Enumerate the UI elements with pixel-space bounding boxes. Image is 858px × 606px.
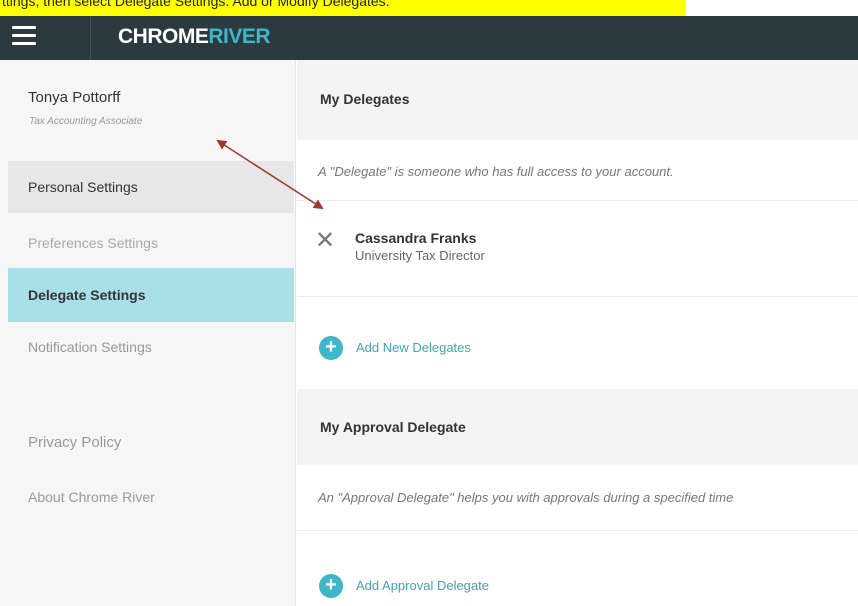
delegate-title: University Tax Director [355,248,485,263]
add-new-delegates-button[interactable]: + Add New Delegates [319,336,539,360]
remove-delegate-icon[interactable]: ✕ [315,229,335,253]
chrome-river-logo: CHROMERIVER [118,25,271,48]
divider [297,296,858,297]
delegate-name: Cassandra Franks [355,230,477,246]
instruction-text: ttings, then select Delegate Settings. A… [2,0,390,9]
divider [297,530,858,531]
sidebar: Tonya Pottorff Tax Accounting Associate … [0,60,296,606]
divider [297,200,858,201]
add-approval-delegate-label: Add Approval Delegate [356,578,489,593]
add-approval-delegate-button[interactable]: + Add Approval Delegate [319,574,539,598]
sidebar-item-preferences-settings[interactable]: Preferences Settings [8,217,294,269]
menu-icon[interactable] [12,26,36,46]
sidebar-item-about-chrome-river[interactable]: About Chrome River [8,471,294,523]
delegate-list-item: ✕ Cassandra Franks University Tax Direct… [297,210,858,290]
sidebar-item-notification-settings[interactable]: Notification Settings [8,321,294,373]
my-approval-delegate-header: My Approval Delegate [297,389,858,465]
my-delegates-header: My Delegates [297,60,858,140]
add-new-delegates-label: Add New Delegates [356,340,471,355]
delegates-description: A "Delegate" is someone who has full acc… [318,164,674,179]
user-title: Tax Accounting Associate [29,116,143,127]
plus-circle-icon: + [319,574,343,598]
sidebar-item-delegate-settings[interactable]: Delegate Settings [8,268,294,322]
sidebar-item-privacy-policy[interactable]: Privacy Policy [8,417,294,469]
plus-circle-icon: + [319,336,343,360]
user-name: Tonya Pottorff [28,89,121,106]
top-bar: CHROMERIVER [0,16,858,60]
instruction-highlight: ttings, then select Delegate Settings. A… [0,0,686,16]
main-content: My Delegates A "Delegate" is someone who… [297,60,858,606]
approval-description: An "Approval Delegate" helps you with ap… [318,490,734,505]
topbar-divider [90,16,91,60]
sidebar-item-personal-settings[interactable]: Personal Settings [8,161,294,213]
